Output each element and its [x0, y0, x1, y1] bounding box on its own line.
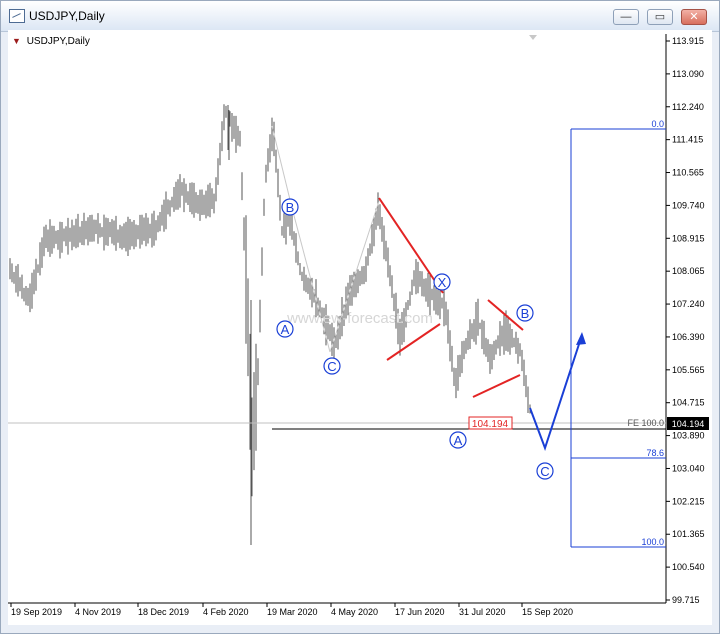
time-tick-label: 17 Jun 2020 [395, 607, 445, 617]
time-tick-label: 4 May 2020 [331, 607, 378, 617]
price-tick-label: 104.715 [672, 398, 705, 408]
fib-label: 0.0 [651, 119, 664, 129]
price-tick-label: 101.365 [672, 529, 705, 539]
price-tick-label: 112.240 [672, 102, 704, 112]
wave-label-c1: C [323, 357, 341, 375]
wave-label-b2: B [516, 304, 534, 322]
red-trendline [472, 374, 521, 398]
time-tick-label: 31 Jul 2020 [459, 607, 506, 617]
fib-label: FE 100.0 [627, 418, 664, 428]
price-bars [9, 104, 531, 545]
price-tick-label: 113.915 [672, 36, 704, 46]
wave-label-c2: C [536, 462, 554, 480]
price-tick-label: 103.890 [672, 431, 705, 441]
fib-label: 100.0 [641, 537, 664, 547]
price-tick-label: 102.215 [672, 496, 705, 506]
wave-label-a2: A [449, 431, 467, 449]
price-tick-label: 103.040 [672, 463, 705, 473]
wave-guide-line [291, 207, 331, 353]
wave-label-b1: B [281, 198, 299, 216]
price-tick-label: 110.565 [672, 168, 704, 178]
time-tick-label: 4 Feb 2020 [203, 607, 249, 617]
wave-label-x: X [433, 273, 451, 291]
time-tick-label: 19 Mar 2020 [267, 607, 318, 617]
fib-label: 78.6 [646, 448, 664, 458]
wave-label-text: A [454, 433, 463, 448]
time-axis-ticks: 19 Sep 2019 4 Nov 2019 18 Dec 2019 4 Feb 20… [10, 603, 573, 617]
projection-path [529, 334, 583, 452]
price-tick-label: 107.240 [672, 299, 705, 309]
red-trendline [386, 323, 441, 361]
time-tick-label: 18 Dec 2019 [138, 607, 189, 617]
time-tick-label: 19 Sep 2019 [11, 607, 62, 617]
projection-arrow-icon [576, 332, 586, 345]
price-tick-label: 109.740 [672, 200, 705, 210]
watermark-text: www.ew-forecast.com [286, 310, 433, 327]
price-tick-label: 108.915 [672, 233, 705, 243]
time-tick-label: 15 Sep 2020 [522, 607, 573, 617]
wave-label-text: X [438, 275, 447, 290]
current-price-text: 104.194 [672, 419, 705, 429]
price-tick-label: 100.540 [672, 562, 705, 572]
wave-label-text: C [327, 359, 336, 374]
wave-guide-line [329, 197, 381, 353]
wave-label-text: B [521, 306, 530, 321]
wave-label-a1: A [276, 320, 294, 338]
price-tick-label: 111.415 [672, 135, 703, 145]
wave-label-text: C [540, 464, 549, 479]
price-tick-label: 105.565 [672, 365, 705, 375]
wave-label-text: A [281, 322, 290, 337]
price-tick-label: 113.090 [672, 69, 704, 79]
price-box-label: 104.194 [472, 419, 509, 430]
price-axis-ticks: 113.915 113.090 112.240 111.415 110.565 109.7… [666, 36, 705, 605]
price-tick-label: 106.390 [672, 332, 705, 342]
time-tick-label: 4 Nov 2019 [75, 607, 121, 617]
red-trendline [378, 197, 444, 294]
price-tick-label: 99.715 [672, 595, 700, 605]
price-tick-label: 108.065 [672, 266, 705, 276]
chart-canvas: 113.915 113.090 112.240 111.415 110.565 109.7… [8, 34, 709, 617]
chart-shift-marker-icon[interactable] [529, 35, 537, 40]
wave-guide-line [271, 125, 293, 209]
wave-label-text: B [286, 200, 295, 215]
